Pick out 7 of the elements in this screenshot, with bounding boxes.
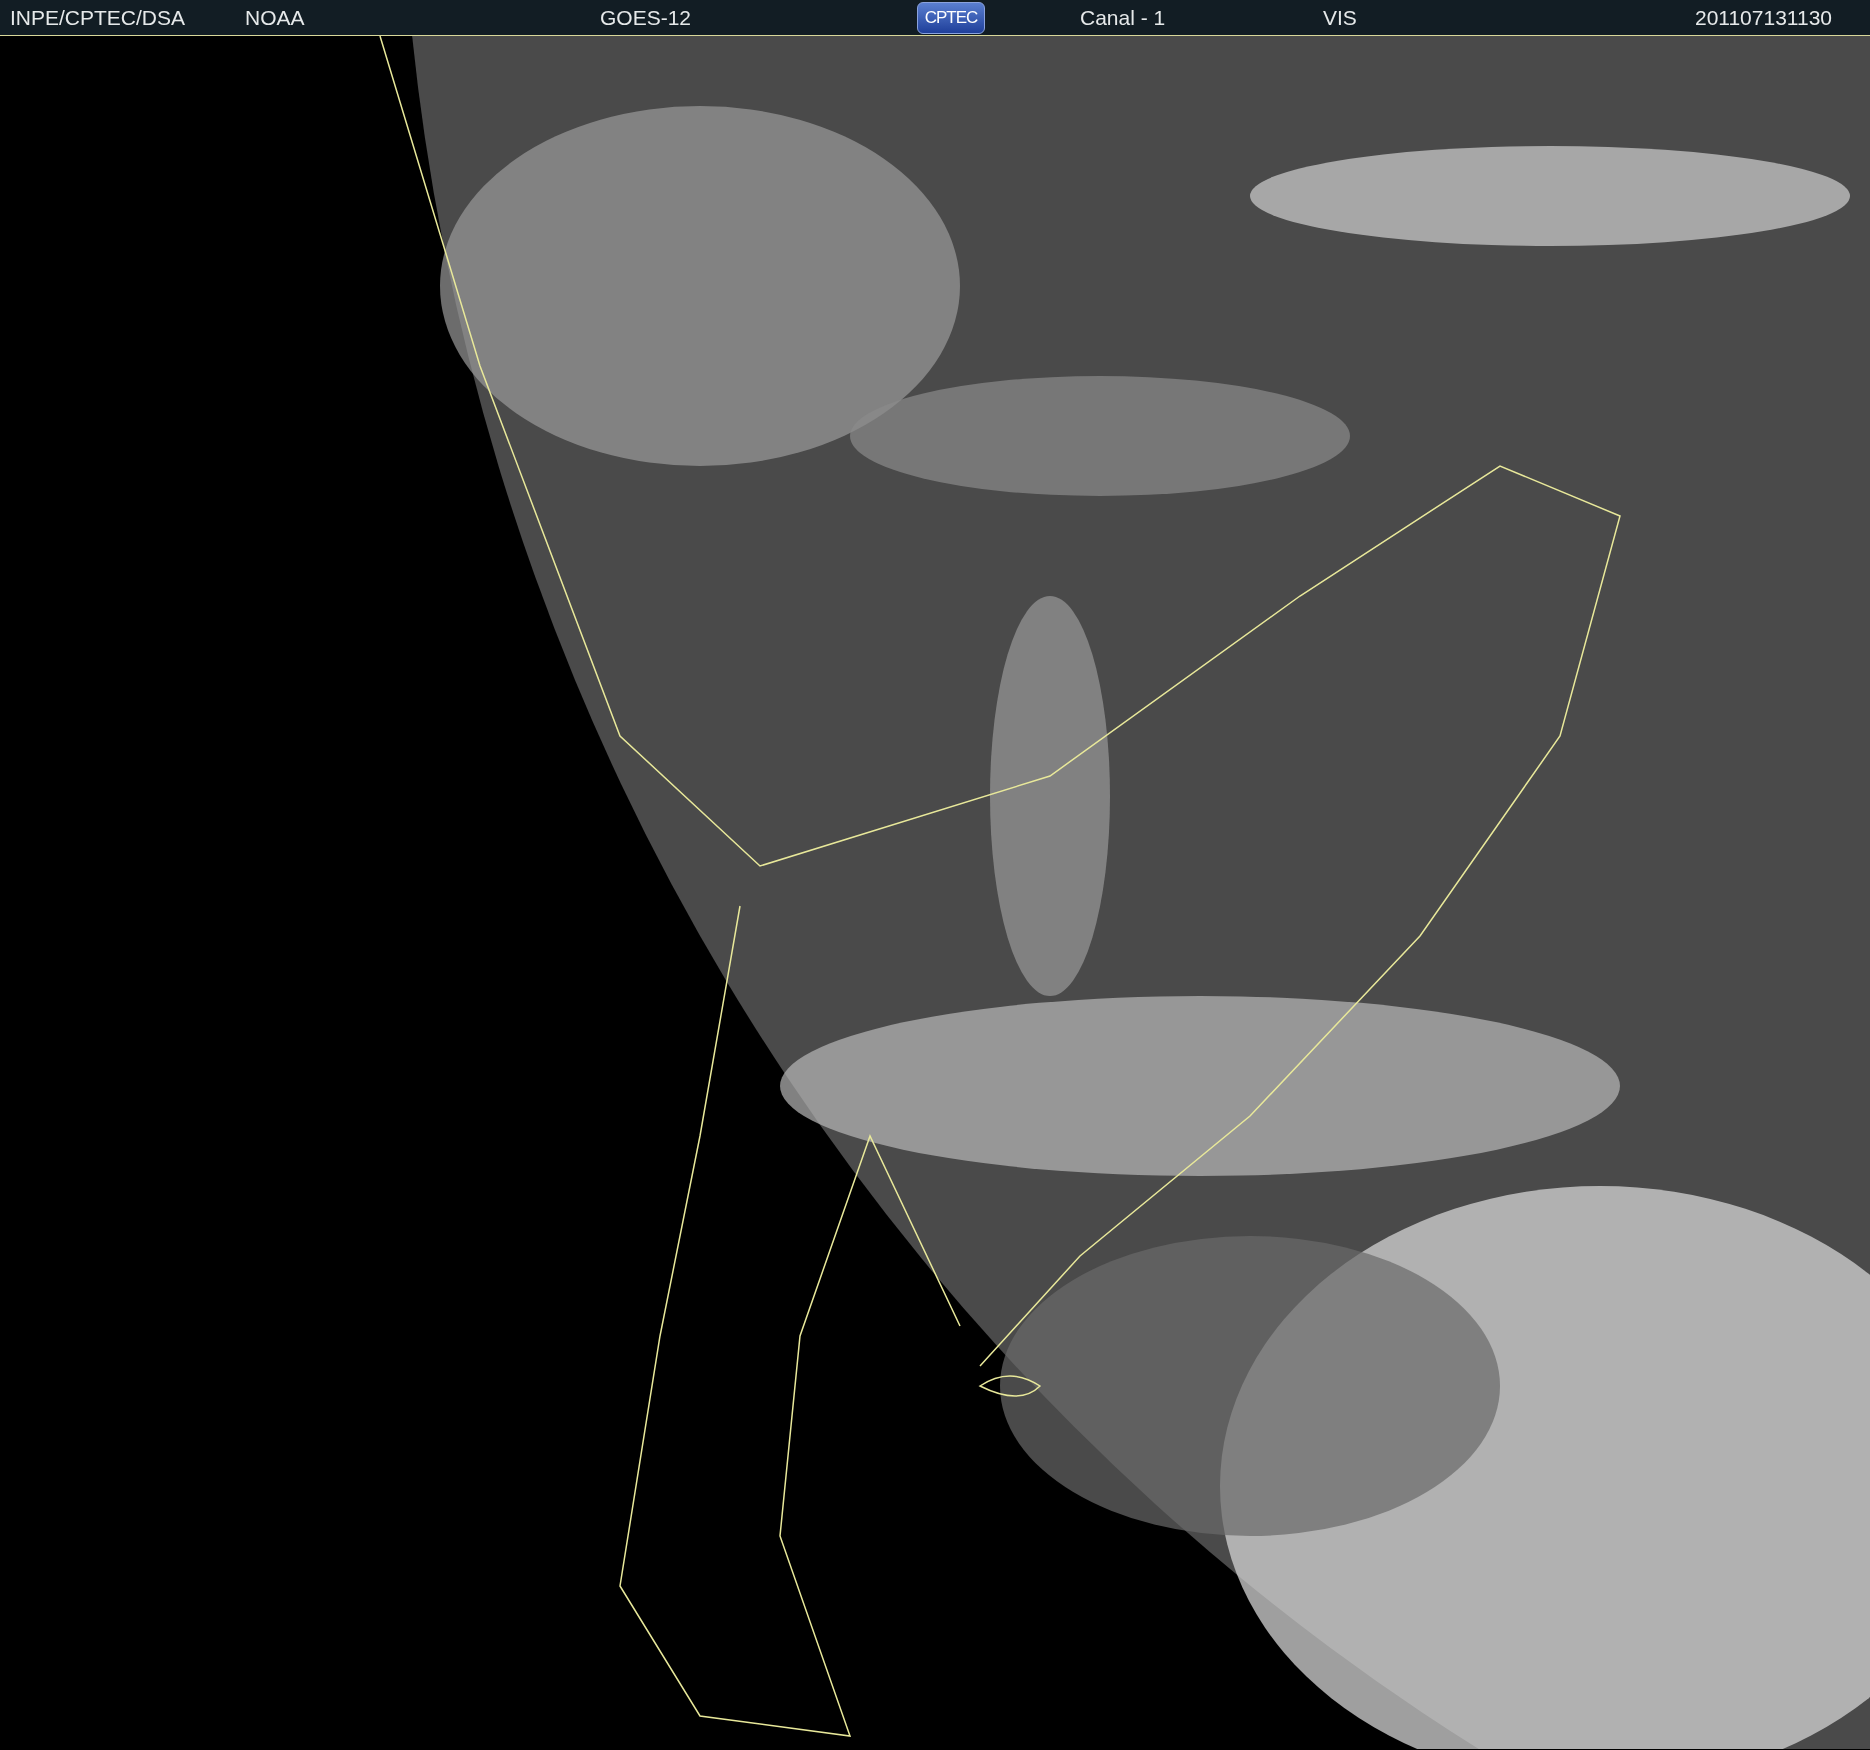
header-label: NOAA — [245, 5, 306, 30]
header-label: 201107131130 — [1694, 5, 1833, 30]
header-label: VIS — [1323, 5, 1358, 30]
logo: CPTEC — [917, 1, 985, 34]
header-label: GOES-12 — [600, 5, 693, 30]
header-label: Canal - 1 — [1080, 5, 1167, 30]
header-label: INPE/CPTEC/DSA — [10, 5, 187, 30]
